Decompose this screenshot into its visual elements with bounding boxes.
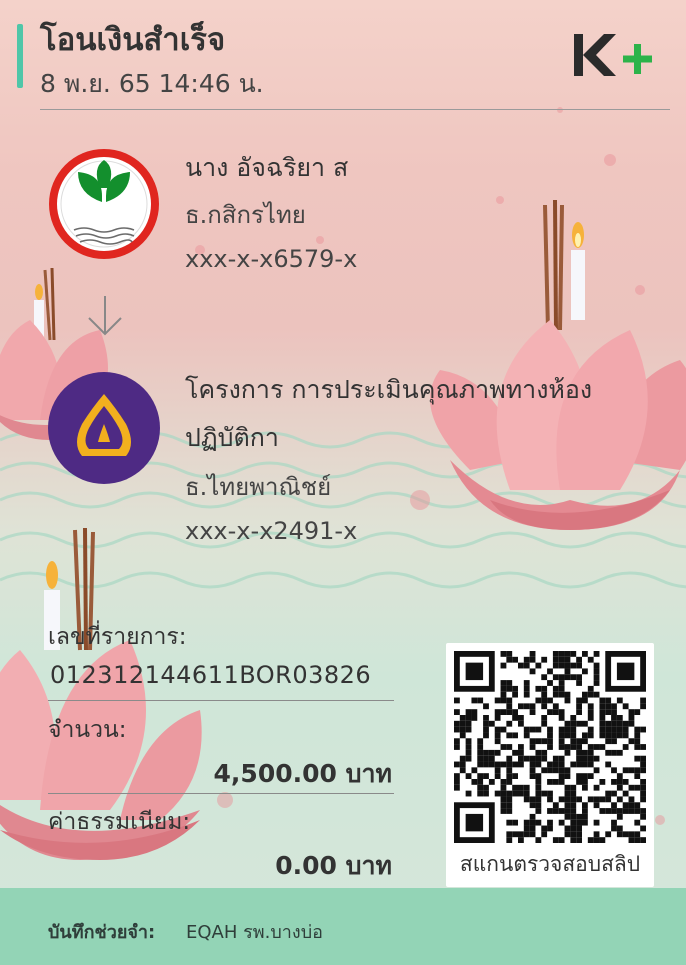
header-accent-bar — [17, 24, 23, 88]
receiver-name-line1: โครงการ การประเมินคุณภาพทางห้อง — [185, 375, 593, 404]
fee-label: ค่าธรรมเนียม: — [48, 809, 191, 835]
kasikorn-bank-icon — [49, 149, 159, 259]
scb-bank-icon — [48, 372, 160, 484]
transaction-datetime: 8 พ.ย. 65 14:46 น. — [40, 69, 264, 98]
kplus-logo — [574, 34, 652, 76]
transfer-arrow-icon — [88, 296, 122, 336]
sender-name: นาง อัจฉริยา ส — [185, 153, 349, 182]
receiver-bank: ธ.ไทยพาณิชย์ — [185, 473, 332, 501]
sender-bank: ธ.กสิกรไทย — [185, 201, 306, 229]
amount-label: จำนวน: — [48, 717, 127, 743]
qr-caption: สแกนตรวจสอบสลิป — [459, 852, 641, 876]
divider — [48, 793, 394, 794]
receiver-name-line2: ปฏิบัติกา — [185, 423, 279, 452]
qr-verification-card[interactable]: สแกนตรวจสอบสลิป — [446, 643, 654, 887]
qr-code[interactable] — [454, 651, 646, 843]
page-title: โอนเงินสำเร็จ — [40, 22, 226, 58]
memo-value: EQAH รพ.บางบ่อ — [186, 922, 323, 943]
header-divider — [40, 109, 670, 110]
reference-number: 012312144611BOR03826 — [50, 661, 372, 689]
reference-label: เลขที่รายการ: — [48, 624, 187, 650]
qr-finder-pattern — [605, 651, 646, 692]
divider — [48, 700, 394, 701]
qr-finder-pattern — [454, 802, 495, 843]
qr-finder-pattern — [454, 651, 495, 692]
sender-account: xxx-x-x6579-x — [185, 245, 358, 273]
transfer-slip: โอนเงินสำเร็จ 8 พ.ย. 65 14:46 น. นาง อัจ… — [0, 0, 686, 965]
receiver-account: xxx-x-x2491-x — [185, 517, 358, 545]
amount-value: 4,500.00 บาท — [213, 759, 392, 788]
fee-value: 0.00 บาท — [275, 851, 392, 880]
memo-label: บันทึกช่วยจำ: — [48, 922, 156, 943]
